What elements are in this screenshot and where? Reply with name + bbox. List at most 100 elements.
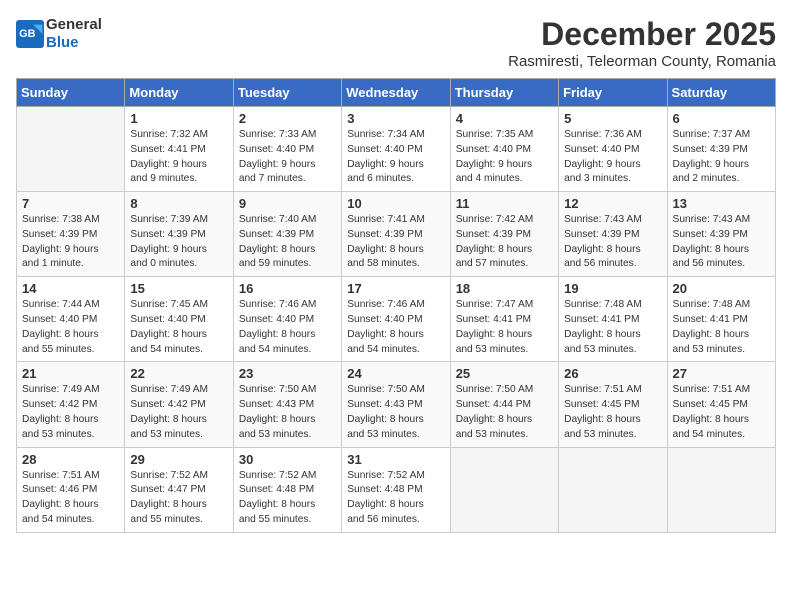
day-info: Sunrise: 7:43 AM Sunset: 4:39 PM Dayligh… — [673, 213, 770, 272]
calendar-cell: 27Sunrise: 7:51 AM Sunset: 4:45 PM Dayli… — [667, 362, 775, 447]
column-header-tuesday: Tuesday — [233, 79, 341, 107]
calendar-cell: 22 Sunrise: 7:49 AM Sunset: 4:42 PM Dayli… — [125, 362, 233, 447]
day-number: 5 — [564, 111, 661, 126]
day-number: 22 — [130, 366, 227, 381]
day-number: 11 — [456, 196, 553, 211]
day-number: 13 — [673, 196, 770, 211]
calendar-cell: 9 Sunrise: 7:40 AM Sunset: 4:39 PM Daylig… — [233, 192, 341, 277]
calendar-cell: 13 Sunrise: 7:43 AM Sunset: 4:39 PM Dayli… — [667, 192, 775, 277]
calendar-cell: 15Sunrise: 7:45 AM Sunset: 4:40 PM Dayli… — [125, 277, 233, 362]
day-info: Sunrise: 7:49 AM Sunset: 4:42 PM Dayligh… — [130, 383, 227, 442]
day-info: Sunrise: 7:42 AM Sunset: 4:39 PM Dayligh… — [456, 213, 553, 272]
calendar-header-row: SundayMondayTuesdayWednesdayThursdayFrid… — [17, 79, 776, 107]
day-info: Sunrise: 7:39 AM Sunset: 4:39 PM Dayligh… — [130, 213, 227, 272]
day-info: Sunrise: 7:52 AM Sunset: 4:48 PM Dayligh… — [239, 469, 336, 528]
calendar-week-row: 14 Sunrise: 7:44 AM Sunset: 4:40 PM Dayli… — [17, 277, 776, 362]
month-year-title: December 2025 — [508, 16, 776, 53]
svg-text:GB: GB — [19, 28, 35, 40]
day-number: 30 — [239, 452, 336, 467]
calendar-cell: 12Sunrise: 7:43 AM Sunset: 4:39 PM Dayli… — [559, 192, 667, 277]
day-info: Sunrise: 7:51 AM Sunset: 4:45 PM Dayligh… — [564, 383, 661, 442]
calendar-cell: 10Sunrise: 7:41 AM Sunset: 4:39 PM Dayli… — [342, 192, 450, 277]
day-number: 20 — [673, 281, 770, 296]
calendar-cell — [559, 447, 667, 532]
day-number: 18 — [456, 281, 553, 296]
location-subtitle: Rasmiresti, Teleorman County, Romania — [508, 53, 776, 70]
day-info: Sunrise: 7:43 AM Sunset: 4:39 PM Dayligh… — [564, 213, 661, 272]
logo-general-text: General — [46, 16, 102, 33]
column-header-thursday: Thursday — [450, 79, 558, 107]
column-header-saturday: Saturday — [667, 79, 775, 107]
day-info: Sunrise: 7:51 AM Sunset: 4:45 PM Dayligh… — [673, 383, 770, 442]
day-info: Sunrise: 7:38 AM Sunset: 4:39 PM Dayligh… — [22, 213, 119, 272]
day-info: Sunrise: 7:36 AM Sunset: 4:40 PM Dayligh… — [564, 128, 661, 187]
day-number: 1 — [130, 111, 227, 126]
day-info: Sunrise: 7:50 AM Sunset: 4:43 PM Dayligh… — [239, 383, 336, 442]
calendar-week-row: 21 Sunrise: 7:49 AM Sunset: 4:42 PM Dayli… — [17, 362, 776, 447]
day-number: 24 — [347, 366, 444, 381]
calendar-cell: 26Sunrise: 7:51 AM Sunset: 4:45 PM Dayli… — [559, 362, 667, 447]
day-number: 21 — [22, 366, 119, 381]
calendar-cell: 6 Sunrise: 7:37 AM Sunset: 4:39 PM Daylig… — [667, 107, 775, 192]
calendar-cell: 24 Sunrise: 7:50 AM Sunset: 4:43 PM Dayli… — [342, 362, 450, 447]
day-info: Sunrise: 7:47 AM Sunset: 4:41 PM Dayligh… — [456, 298, 553, 357]
calendar-cell: 18 Sunrise: 7:47 AM Sunset: 4:41 PM Dayli… — [450, 277, 558, 362]
day-number: 29 — [130, 452, 227, 467]
day-number: 8 — [130, 196, 227, 211]
calendar-cell: 1 Sunrise: 7:32 AM Sunset: 4:41 PM Daylig… — [125, 107, 233, 192]
day-info: Sunrise: 7:44 AM Sunset: 4:40 PM Dayligh… — [22, 298, 119, 357]
day-number: 15 — [130, 281, 227, 296]
calendar-cell: 21Sunrise: 7:49 AM Sunset: 4:42 PM Dayli… — [17, 362, 125, 447]
calendar-table: SundayMondayTuesdayWednesdayThursdayFrid… — [16, 78, 776, 533]
day-number: 28 — [22, 452, 119, 467]
day-info: Sunrise: 7:46 AM Sunset: 4:40 PM Dayligh… — [239, 298, 336, 357]
calendar-cell — [17, 107, 125, 192]
calendar-cell: 29 Sunrise: 7:52 AM Sunset: 4:47 PM Dayli… — [125, 447, 233, 532]
day-number: 7 — [22, 196, 119, 211]
day-info: Sunrise: 7:33 AM Sunset: 4:40 PM Dayligh… — [239, 128, 336, 187]
day-info: Sunrise: 7:48 AM Sunset: 4:41 PM Dayligh… — [564, 298, 661, 357]
column-header-friday: Friday — [559, 79, 667, 107]
day-info: Sunrise: 7:50 AM Sunset: 4:43 PM Dayligh… — [347, 383, 444, 442]
calendar-cell: 30 Sunrise: 7:52 AM Sunset: 4:48 PM Dayli… — [233, 447, 341, 532]
day-info: Sunrise: 7:41 AM Sunset: 4:39 PM Dayligh… — [347, 213, 444, 272]
day-number: 9 — [239, 196, 336, 211]
calendar-cell: 23 Sunrise: 7:50 AM Sunset: 4:43 PM Dayli… — [233, 362, 341, 447]
day-number: 17 — [347, 281, 444, 296]
day-info: Sunrise: 7:51 AM Sunset: 4:46 PM Dayligh… — [22, 469, 119, 528]
day-info: Sunrise: 7:48 AM Sunset: 4:41 PM Dayligh… — [673, 298, 770, 357]
logo-icon: GB — [16, 20, 44, 48]
calendar-cell: 31 Sunrise: 7:52 AM Sunset: 4:48 PM Dayli… — [342, 447, 450, 532]
day-info: Sunrise: 7:32 AM Sunset: 4:41 PM Dayligh… — [130, 128, 227, 187]
calendar-week-row: 7 Sunrise: 7:38 AM Sunset: 4:39 PM Daylig… — [17, 192, 776, 277]
day-number: 19 — [564, 281, 661, 296]
calendar-cell: 14 Sunrise: 7:44 AM Sunset: 4:40 PM Dayli… — [17, 277, 125, 362]
day-info: Sunrise: 7:40 AM Sunset: 4:39 PM Dayligh… — [239, 213, 336, 272]
day-info: Sunrise: 7:52 AM Sunset: 4:48 PM Dayligh… — [347, 469, 444, 528]
day-info: Sunrise: 7:46 AM Sunset: 4:40 PM Dayligh… — [347, 298, 444, 357]
calendar-cell: 25Sunrise: 7:50 AM Sunset: 4:44 PM Dayli… — [450, 362, 558, 447]
day-number: 6 — [673, 111, 770, 126]
day-info: Sunrise: 7:50 AM Sunset: 4:44 PM Dayligh… — [456, 383, 553, 442]
calendar-cell: 2Sunrise: 7:33 AM Sunset: 4:40 PM Daylig… — [233, 107, 341, 192]
calendar-cell: 28 Sunrise: 7:51 AM Sunset: 4:46 PM Dayli… — [17, 447, 125, 532]
calendar-cell — [450, 447, 558, 532]
day-info: Sunrise: 7:37 AM Sunset: 4:39 PM Dayligh… — [673, 128, 770, 187]
calendar-week-row: 1 Sunrise: 7:32 AM Sunset: 4:41 PM Daylig… — [17, 107, 776, 192]
calendar-cell: 4Sunrise: 7:35 AM Sunset: 4:40 PM Daylig… — [450, 107, 558, 192]
day-number: 23 — [239, 366, 336, 381]
day-number: 14 — [22, 281, 119, 296]
calendar-cell: 3Sunrise: 7:34 AM Sunset: 4:40 PM Daylig… — [342, 107, 450, 192]
calendar-cell: 5 Sunrise: 7:36 AM Sunset: 4:40 PM Daylig… — [559, 107, 667, 192]
logo: GB General Blue — [16, 16, 102, 52]
calendar-cell: 11 Sunrise: 7:42 AM Sunset: 4:39 PM Dayli… — [450, 192, 558, 277]
day-number: 4 — [456, 111, 553, 126]
day-info: Sunrise: 7:52 AM Sunset: 4:47 PM Dayligh… — [130, 469, 227, 528]
calendar-cell: 7 Sunrise: 7:38 AM Sunset: 4:39 PM Daylig… — [17, 192, 125, 277]
column-header-wednesday: Wednesday — [342, 79, 450, 107]
page-header: GB General Blue December 2025 Rasmiresti… — [16, 16, 776, 70]
day-number: 31 — [347, 452, 444, 467]
title-block: December 2025 Rasmiresti, Teleorman Coun… — [508, 16, 776, 70]
calendar-cell: 20 Sunrise: 7:48 AM Sunset: 4:41 PM Dayli… — [667, 277, 775, 362]
calendar-cell — [667, 447, 775, 532]
